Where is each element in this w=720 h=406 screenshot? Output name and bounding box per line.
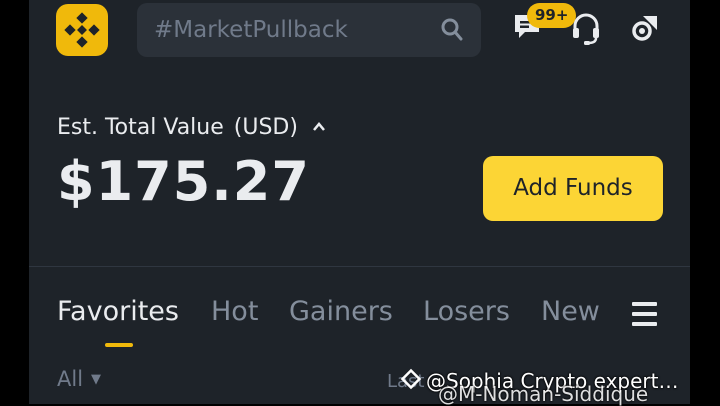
chevron-down-icon: ▼	[91, 372, 102, 387]
total-value-label[interactable]: Est. Total Value (USD)	[57, 112, 325, 140]
search-icon[interactable]	[441, 18, 463, 46]
filter-label: All	[57, 367, 84, 391]
add-funds-button[interactable]: Add Funds	[483, 156, 663, 221]
search-bar[interactable]: #MarketPullback	[137, 3, 481, 57]
support-headset-icon[interactable]	[570, 12, 602, 50]
search-input[interactable]: #MarketPullback	[154, 3, 434, 57]
watermark-line-2: @M-Noman-Siddique	[438, 382, 648, 406]
total-value-title: Est. Total Value	[57, 115, 224, 140]
binance-watermark-icon	[400, 368, 422, 395]
total-value-amount: $175.27	[57, 150, 310, 213]
binance-logo-icon[interactable]	[56, 4, 108, 56]
filter-dropdown[interactable]: All ▼	[57, 367, 101, 391]
app-screen: #MarketPullback 99+ Est. Total Value (US…	[29, 0, 690, 404]
tab-new[interactable]: New	[541, 296, 600, 327]
tab-losers[interactable]: Losers	[423, 296, 510, 327]
section-divider	[29, 266, 690, 267]
currency-label: (USD)	[233, 115, 298, 140]
tab-hot[interactable]: Hot	[211, 296, 258, 327]
tab-favorites[interactable]: Favorites	[57, 296, 179, 327]
watermark-text-2: @M-Noman-Siddique	[438, 382, 649, 406]
menu-icon[interactable]	[632, 302, 657, 332]
active-tab-indicator	[105, 343, 133, 347]
tab-gainers[interactable]: Gainers	[289, 296, 393, 327]
scan-icon[interactable]	[629, 12, 661, 48]
chevron-up-icon[interactable]	[312, 112, 325, 137]
